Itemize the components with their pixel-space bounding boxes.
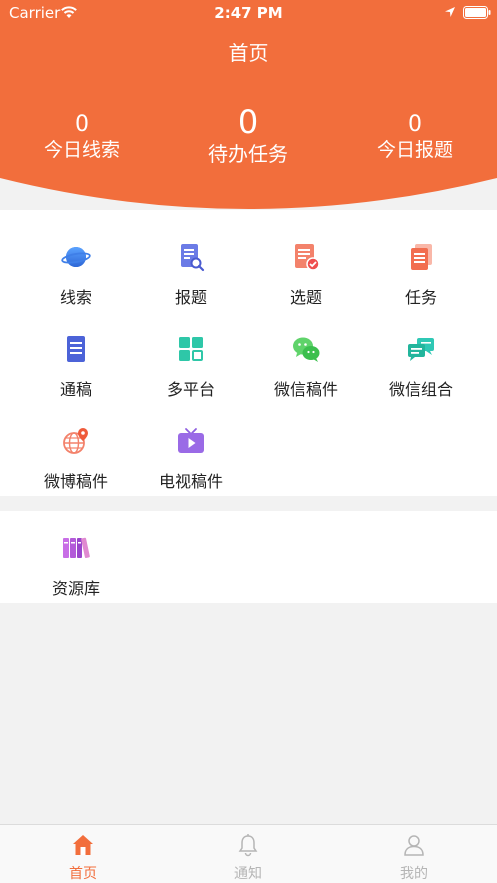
tab-profile[interactable]: 我的 [354, 825, 474, 883]
battery-icon [463, 6, 491, 19]
stat-value: 0 [75, 112, 89, 137]
document-search-icon [176, 242, 206, 272]
grid-item-label: 通稿 [59, 380, 92, 399]
grid-item-wechat-draft[interactable]: 微信稿件 [244, 334, 368, 414]
grid-item-weibo-draft[interactable]: 微博稿件 [14, 426, 138, 506]
tv-play-icon [176, 426, 206, 456]
tab-label: 通知 [234, 866, 262, 882]
tab-label: 首页 [69, 866, 97, 882]
stat-label: 今日线索 [43, 139, 120, 161]
person-icon [402, 833, 426, 857]
grid-item-label: 微博稿件 [43, 472, 108, 491]
status-bar: Carrier 2:47 PM [0, 0, 497, 26]
grid-item-task[interactable]: 任务 [359, 242, 483, 322]
grid-item-leads[interactable]: 线索 [14, 242, 138, 322]
stat-value: 0 [408, 112, 422, 137]
grid-item-resource-library[interactable]: 资源库 [14, 533, 138, 613]
chat-bubbles-icon [406, 334, 436, 364]
stat-today-leads[interactable]: 0 今日线索 [30, 113, 134, 163]
grid-item-label: 微信稿件 [273, 380, 338, 399]
planet-icon [61, 242, 91, 272]
grid-item-tv-draft[interactable]: 电视稿件 [129, 426, 253, 506]
grid-item-topic[interactable]: 选题 [244, 242, 368, 322]
resource-section: 资源库 [0, 511, 497, 603]
bell-icon [236, 833, 260, 857]
grid-item-press-release[interactable]: 通稿 [14, 334, 138, 414]
status-time: 2:47 PM [214, 4, 283, 22]
books-icon [61, 533, 91, 563]
grid-item-multi-platform[interactable]: 多平台 [129, 334, 253, 414]
stat-today-reports[interactable]: 0 今日报题 [363, 113, 467, 163]
grid-item-label: 选题 [289, 288, 322, 307]
tab-notifications[interactable]: 通知 [188, 825, 308, 883]
function-grid: 线索 报题 选题 任务 通稿 多平台 微信稿件 微信组合 微博稿件 电视稿件 [0, 210, 497, 496]
document-icon [61, 334, 91, 364]
tab-bar: 首页 通知 我的 [0, 824, 497, 883]
grid-squares-icon [176, 334, 206, 364]
grid-item-label: 多平台 [166, 380, 215, 399]
document-check-icon [291, 242, 321, 272]
grid-item-label: 微信组合 [388, 380, 453, 399]
grid-item-report[interactable]: 报题 [129, 242, 253, 322]
wechat-icon [291, 334, 321, 364]
globe-pin-icon [61, 426, 91, 456]
tab-label: 我的 [400, 866, 428, 882]
grid-item-label: 资源库 [51, 579, 100, 598]
grid-item-wechat-combo[interactable]: 微信组合 [359, 334, 483, 414]
grid-item-label: 报题 [174, 288, 207, 307]
stat-value: 0 [237, 103, 259, 141]
location-arrow-icon [445, 7, 455, 17]
stat-label: 待办任务 [208, 142, 288, 166]
grid-item-label: 线索 [59, 288, 92, 307]
stat-label: 今日报题 [376, 139, 453, 161]
header: Carrier 2:47 PM 首页 0 今日线索 0 待办任务 0 今日报题 [0, 0, 497, 210]
stat-pending-tasks[interactable]: 0 待办任务 [188, 104, 308, 168]
tab-home[interactable]: 首页 [23, 825, 143, 883]
grid-item-label: 电视稿件 [158, 472, 223, 491]
home-icon [71, 833, 95, 857]
grid-item-label: 任务 [404, 288, 437, 307]
task-stack-icon [406, 242, 436, 272]
page-title: 首页 [228, 41, 269, 65]
